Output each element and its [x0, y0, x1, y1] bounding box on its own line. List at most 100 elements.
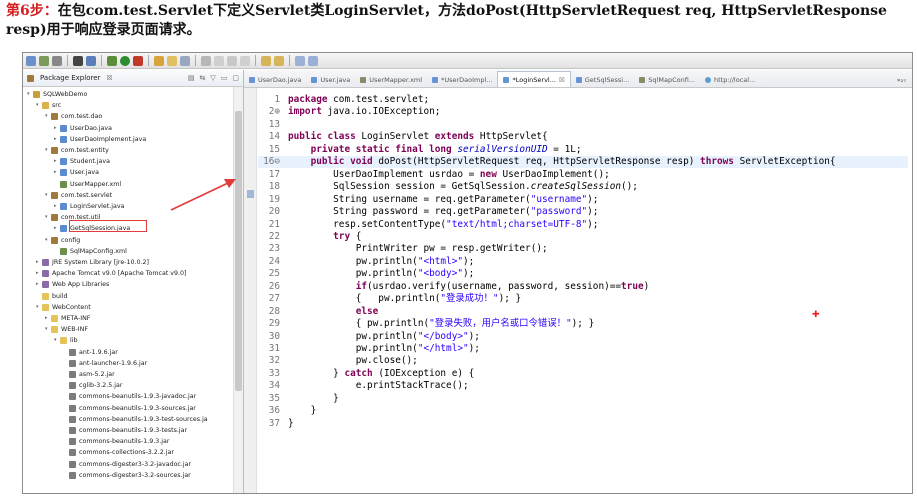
- tree-item-label: Apache Tomcat v9.0 [Apache Tomcat v9.0]: [52, 270, 187, 278]
- java-file-icon: [311, 77, 318, 83]
- code-line[interactable]: 35 }: [258, 393, 339, 405]
- tree-item[interactable]: ▸ META-INF: [45, 313, 90, 324]
- code-line[interactable]: 36 }: [258, 405, 317, 417]
- jar-icon: [69, 382, 76, 390]
- tab-overflow-button[interactable]: »₂₇: [897, 73, 912, 87]
- tree-item[interactable]: commons-beanutils-1.9.3-sources.jar: [63, 403, 196, 414]
- code-line[interactable]: 34 e.printStackTrace();: [258, 380, 469, 392]
- code-line[interactable]: 18 SqlSession session = GetSqlSession.cr…: [258, 181, 638, 193]
- tree-item[interactable]: ant-launcher-1.9.6.jar: [63, 358, 147, 369]
- editor-tab[interactable]: *LoginServl... ☒: [497, 71, 571, 87]
- code-token: UserDaoImplement();: [496, 168, 610, 180]
- code-line[interactable]: 15 private static final long serialVersi…: [258, 144, 582, 156]
- tree-item[interactable]: asm-5.2.jar: [63, 369, 115, 380]
- code-token: public void: [310, 156, 373, 168]
- forward-icon[interactable]: [308, 55, 318, 66]
- tree-item[interactable]: commons-digester3-3.2-javadoc.jar: [63, 459, 191, 470]
- tree-item-label: commons-beanutils-1.9.3-javadoc.jar: [79, 393, 197, 401]
- tree-item[interactable]: commons-beanutils-1.9.3.jar: [63, 436, 169, 447]
- tree-item-label: JRE System Library [jre-10.0.2]: [52, 259, 150, 266]
- line-number: 33: [268, 367, 280, 379]
- code-text: public class LoginServlet extends HttpSe…: [288, 131, 548, 143]
- code-text: String password = req.getParameter("pass…: [288, 206, 598, 218]
- tree-item[interactable]: commons-beanutils-1.9.3-test-sources.ja: [63, 414, 208, 425]
- tree-item[interactable]: commons-collections-3.2.2.jar: [63, 447, 174, 458]
- code-token: );: [587, 206, 599, 218]
- editor-tab-label: *LoginServl...: [512, 75, 556, 84]
- code-line[interactable]: 31 pw.println("</html>");: [258, 343, 480, 355]
- tree-item[interactable]: cglib-3.2.5.jar: [63, 380, 122, 391]
- code-token: ();: [621, 181, 638, 193]
- tree-item-label: commons-beanutils-1.9.3-tests.jar: [79, 427, 188, 434]
- tree-item[interactable]: ▾ lib: [54, 335, 78, 346]
- code-line[interactable]: 14 public class LoginServlet extends Http…: [258, 131, 548, 143]
- code-token: serialVersionUID: [457, 143, 548, 155]
- code-text: UserDaoImplement usrdao = new UserDaoImp…: [288, 169, 610, 181]
- editor-tab[interactable]: User.java: [306, 73, 355, 87]
- code-token: pw.println(: [288, 268, 418, 280]
- code-token: pw.println(: [288, 343, 418, 354]
- code-text: pw.println("</body>");: [288, 331, 480, 343]
- code-token: "</html>": [417, 343, 469, 354]
- code-line[interactable]: 27 { pw.println("登录成功！"); }: [258, 293, 521, 305]
- editor-tab-label: SqlMapConfi...: [648, 76, 695, 84]
- folder-icon: [42, 292, 49, 300]
- code-line[interactable]: 17 UserDaoImplement usrdao = new UserDao…: [258, 169, 610, 181]
- code-line[interactable]: 32 pw.close();: [258, 355, 418, 367]
- code-text: pw.close();: [288, 355, 418, 367]
- tree-item[interactable]: ▸ Web App Libraries: [36, 279, 109, 290]
- code-line[interactable]: 25 pw.println("<body>");: [258, 268, 475, 280]
- back-icon[interactable]: [295, 55, 305, 66]
- code-line[interactable]: 16⊖ public void doPost(HttpServletReques…: [258, 156, 836, 168]
- cursor-marker: ✚: [812, 310, 820, 320]
- tree-item[interactable]: commons-beanutils-1.9.3-tests.jar: [63, 425, 187, 436]
- line-number: 26: [268, 280, 280, 292]
- close-icon[interactable]: ☒: [559, 76, 565, 84]
- code-line[interactable]: 19 String username = req.getParameter("u…: [258, 193, 599, 206]
- tree-item[interactable]: build: [36, 291, 67, 302]
- code-line[interactable]: 21 resp.setContentType("text/html;charse…: [258, 219, 599, 231]
- tree-item[interactable]: commons-beanutils-1.9.3-javadoc.jar: [63, 391, 196, 402]
- editor-tab[interactable]: http://local...: [700, 73, 760, 87]
- code-line[interactable]: 29 { pw.println("登录失败，用户名或口令错误！"); }: [258, 318, 595, 330]
- code-token: }: [288, 392, 339, 404]
- tree-item-label: commons-beanutils-1.9.3-sources.jar: [79, 404, 196, 412]
- jar-icon: [69, 371, 76, 378]
- tree-item[interactable]: ▸ JRE System Library [jre-10.0.2]: [36, 257, 149, 268]
- tree-item[interactable]: ant-1.9.6.jar: [63, 347, 118, 358]
- code-text: package com.test.servlet;: [288, 94, 429, 106]
- editor-tab[interactable]: *UserDaoImpl...: [427, 73, 497, 87]
- editor-tab[interactable]: UserMapper.xml: [355, 73, 427, 87]
- code-line[interactable]: 2⊕ import java.io.IOException;: [258, 106, 441, 118]
- editor-tab[interactable]: SqlMapConfi...: [634, 73, 700, 87]
- code-text: try {: [288, 231, 361, 243]
- code-token: );: [587, 193, 599, 205]
- code-line[interactable]: 24 pw.println("<html>");: [258, 256, 475, 268]
- code-line[interactable]: 23 PrintWriter pw = resp.getWriter();: [258, 243, 548, 255]
- code-text: public void doPost(HttpServletRequest re…: [288, 156, 836, 168]
- code-token: "username": [530, 193, 588, 205]
- jar-icon: [69, 438, 76, 446]
- code-line[interactable]: 1 package com.test.servlet;: [258, 94, 429, 106]
- jar-icon: [69, 404, 76, 412]
- code-line[interactable]: 37}: [258, 418, 294, 430]
- code-line[interactable]: 28 else: [258, 306, 379, 318]
- code-line[interactable]: 30 pw.println("</body>");: [258, 331, 480, 343]
- tree-item[interactable]: ▸ Apache Tomcat v9.0 [Apache Tomcat v9.0]: [36, 268, 187, 279]
- tree-item[interactable]: commons-digester3-3.2-sources.jar: [63, 470, 191, 481]
- tree-item[interactable]: ▾ WEB-INF: [45, 324, 88, 335]
- code-line[interactable]: 33 } catch (IOException e) {: [258, 367, 475, 380]
- code-text: import java.io.IOException;: [288, 106, 440, 118]
- tree-item[interactable]: ▾ WebContent: [36, 302, 91, 313]
- code-line[interactable]: 26 if(usrdao.verify(username, password, …: [258, 280, 650, 293]
- code-token: e.printStackTrace();: [288, 380, 469, 392]
- code-line[interactable]: 20 String password = req.getParameter("p…: [258, 206, 599, 218]
- library-icon: [42, 270, 49, 278]
- jar-icon: [69, 348, 76, 356]
- editor-tab[interactable]: GetSqlSessi...: [571, 73, 635, 87]
- code-token: "登录失败，用户名或口令错误！": [429, 318, 572, 330]
- library-icon: [42, 259, 49, 266]
